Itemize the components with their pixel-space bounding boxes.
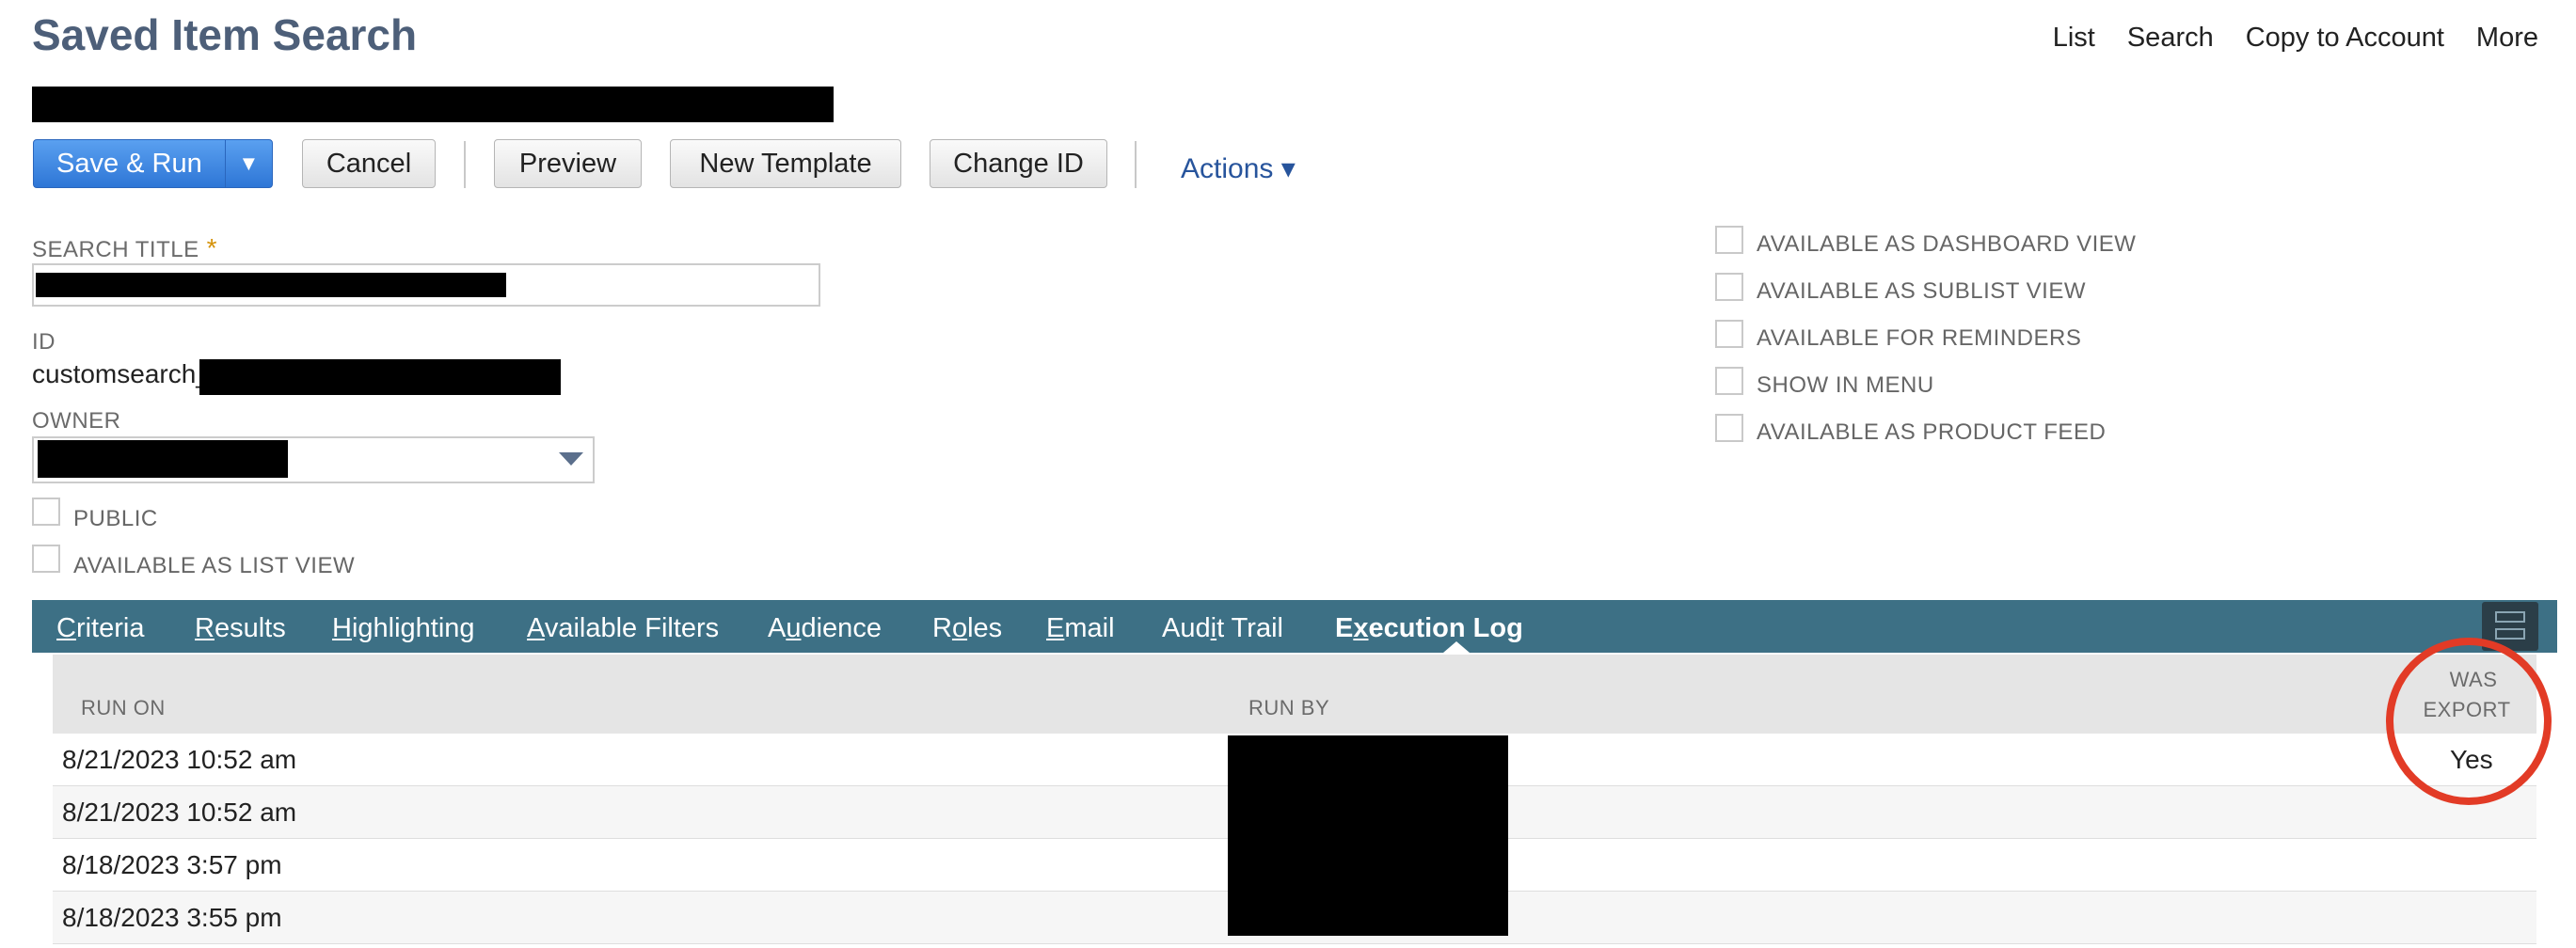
sublist-view-checkbox-row[interactable]: AVAILABLE AS SUBLIST VIEW <box>1715 269 2086 305</box>
tab-criteria[interactable]: Criteria <box>56 613 144 644</box>
layout-icon-top <box>2495 611 2525 623</box>
id-value: customsearch_ <box>32 359 211 388</box>
show-in-menu-checkbox[interactable] <box>1715 367 1743 395</box>
tab-execution-log-key: x <box>1353 613 1369 643</box>
tab-roles-key: o <box>951 613 968 643</box>
run-on-cell: 8/18/2023 3:57 pm <box>62 850 282 879</box>
tab-available-filters[interactable]: Available Filters <box>527 613 719 644</box>
reminders-checkbox[interactable] <box>1715 320 1743 348</box>
highlight-circle-annotation <box>2386 638 2552 805</box>
toolbar-divider <box>464 141 466 188</box>
search-link[interactable]: Search <box>2127 23 2214 54</box>
preview-button[interactable]: Preview <box>494 139 642 188</box>
tab-email-key: E <box>1046 613 1065 643</box>
copy-to-account-link[interactable]: Copy to Account <box>2246 23 2444 54</box>
public-label: PUBLIC <box>73 506 158 531</box>
search-title-label-text: SEARCH TITLE <box>32 237 199 262</box>
tab-execution-log-pre: E <box>1335 613 1354 643</box>
search-title-input[interactable] <box>32 263 820 307</box>
chevron-down-icon[interactable] <box>559 452 583 466</box>
run-on-column-header[interactable]: RUN ON <box>81 696 166 720</box>
tab-audience-rest: dience <box>801 613 882 643</box>
tab-audience[interactable]: Audience <box>768 613 882 644</box>
tab-email[interactable]: Email <box>1046 613 1115 644</box>
top-nav: List Search Copy to Account More <box>2053 23 2538 54</box>
tab-roles-rest: les <box>967 613 1003 643</box>
redacted-run-by-values <box>1228 735 1508 936</box>
sublist-view-checkbox[interactable] <box>1715 273 1743 301</box>
tab-available-filters-rest: vailable Filters <box>544 613 720 643</box>
run-on-cell: 8/21/2023 10:52 am <box>62 745 297 774</box>
redacted-owner-value <box>38 440 288 478</box>
public-checkbox-row[interactable]: PUBLIC <box>32 491 158 532</box>
sublist-view-label: AVAILABLE AS SUBLIST VIEW <box>1757 278 2086 304</box>
tab-roles[interactable]: Roles <box>932 613 1002 644</box>
product-feed-checkbox-row[interactable]: AVAILABLE AS PRODUCT FEED <box>1715 410 2106 446</box>
run-by-column-header[interactable]: RUN BY <box>1248 696 1329 720</box>
tab-results[interactable]: Results <box>195 613 286 644</box>
owner-select[interactable] <box>32 436 595 483</box>
save-run-button[interactable]: Save & Run ▼ <box>33 139 273 188</box>
id-label: ID <box>32 329 56 355</box>
tab-audit-trail-pre: Aud <box>1162 613 1211 643</box>
show-in-menu-checkbox-row[interactable]: SHOW IN MENU <box>1715 363 1934 399</box>
required-asterisk: * <box>206 233 218 262</box>
tab-available-filters-key: A <box>527 613 545 643</box>
tab-audit-trail[interactable]: Audit Trail <box>1162 613 1283 644</box>
execution-log-header: RUN ON RUN BY WAS EXPORT <box>53 655 2536 734</box>
tab-highlighting[interactable]: Highlighting <box>332 613 475 644</box>
show-in-menu-label: SHOW IN MENU <box>1757 372 1934 398</box>
tab-results-rest: esults <box>214 613 286 643</box>
tab-criteria-rest: riteria <box>75 613 145 643</box>
tab-roles-pre: R <box>932 613 952 643</box>
redacted-id-suffix <box>199 359 561 395</box>
page-title: Saved Item Search <box>32 10 418 59</box>
dashboard-view-checkbox[interactable] <box>1715 226 1743 254</box>
tab-execution-log-rest: ecution Log <box>1368 613 1523 643</box>
owner-label: OWNER <box>32 408 121 434</box>
run-on-cell: 8/21/2023 10:52 am <box>62 798 297 827</box>
dashboard-view-checkbox-row[interactable]: AVAILABLE AS DASHBOARD VIEW <box>1715 222 2136 258</box>
redacted-title-value <box>36 273 506 297</box>
active-tab-indicator <box>1443 641 1470 653</box>
public-checkbox[interactable] <box>32 498 60 526</box>
layout-icon-bottom <box>2495 628 2525 640</box>
product-feed-checkbox[interactable] <box>1715 414 1743 442</box>
tab-execution-log[interactable]: Execution Log <box>1335 613 1523 644</box>
tab-audit-trail-rest: t Trail <box>1216 613 1283 643</box>
run-on-cell: 8/18/2023 3:55 pm <box>62 903 282 932</box>
dashboard-view-label: AVAILABLE AS DASHBOARD VIEW <box>1757 231 2137 257</box>
new-template-button[interactable]: New Template <box>670 139 901 188</box>
list-view-checkbox[interactable] <box>32 545 60 573</box>
toolbar-divider <box>1135 141 1137 188</box>
subtab-bar: Criteria Results Highlighting Available … <box>32 600 2557 653</box>
tab-highlighting-rest: ighlighting <box>351 613 475 643</box>
reminders-label: AVAILABLE FOR REMINDERS <box>1757 325 2082 351</box>
tab-audience-key: u <box>786 613 802 643</box>
save-run-dropdown-icon[interactable]: ▼ <box>226 140 272 187</box>
list-link[interactable]: List <box>2053 23 2095 54</box>
change-id-button[interactable]: Change ID <box>930 139 1107 188</box>
tab-email-rest: mail <box>1064 613 1115 643</box>
tab-audience-pre: A <box>768 613 787 643</box>
cancel-button[interactable]: Cancel <box>302 139 436 188</box>
tab-highlighting-key: H <box>332 613 352 643</box>
tab-results-key: R <box>195 613 215 643</box>
tab-criteria-key: C <box>56 613 76 643</box>
more-link[interactable]: More <box>2476 23 2538 54</box>
save-run-label[interactable]: Save & Run <box>34 140 226 187</box>
list-view-checkbox-row[interactable]: AVAILABLE AS LIST VIEW <box>32 538 355 579</box>
search-title-label: SEARCH TITLE * <box>32 233 217 263</box>
product-feed-label: AVAILABLE AS PRODUCT FEED <box>1757 419 2107 445</box>
reminders-checkbox-row[interactable]: AVAILABLE FOR REMINDERS <box>1715 316 2081 352</box>
actions-menu[interactable]: Actions ▾ <box>1181 152 1296 185</box>
list-view-label: AVAILABLE AS LIST VIEW <box>73 553 356 578</box>
redacted-subtitle <box>32 87 834 122</box>
